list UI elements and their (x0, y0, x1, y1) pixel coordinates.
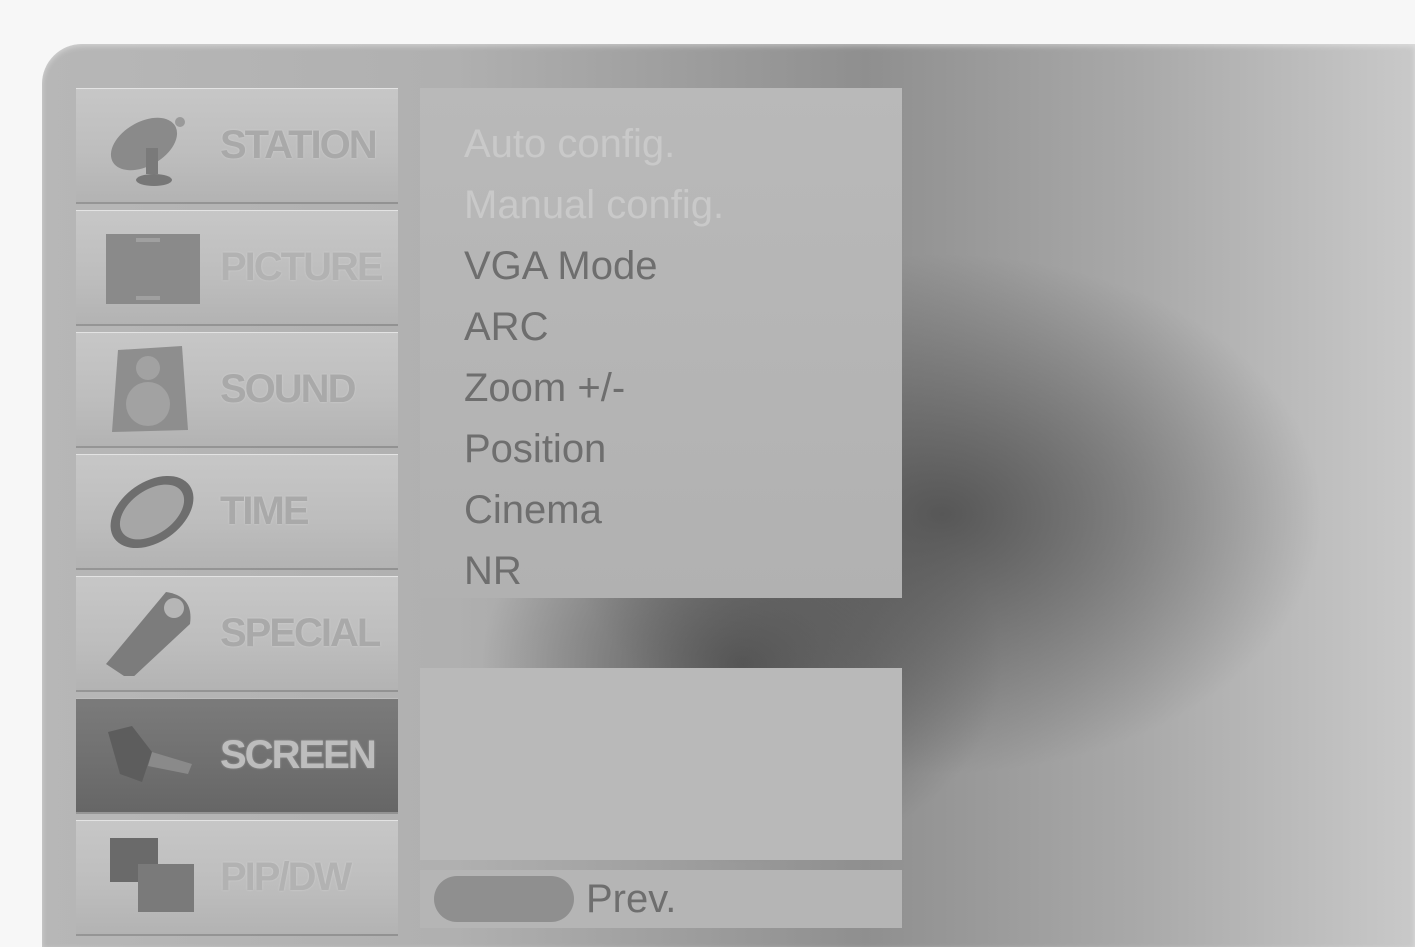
satellite-dish-icon (110, 117, 185, 186)
menu-label: SPECIAL (220, 610, 381, 655)
screen-tools-icon (108, 726, 192, 782)
menu-item-screen[interactable]: SCREEN (76, 698, 398, 812)
prev-label: Prev. (586, 876, 677, 921)
menu-label: SCREEN (220, 732, 377, 777)
clock-icon (110, 475, 194, 549)
menu-item-special[interactable]: SPECIAL (76, 576, 398, 690)
speaker-icon (112, 346, 188, 432)
info-panel (420, 668, 902, 860)
screen-submenu: Auto config. Manual config. VGA Mode ARC… (420, 88, 902, 598)
submenu-item-nr[interactable]: NR (464, 541, 522, 601)
submenu-item-manual-config[interactable]: Manual config. (464, 175, 724, 235)
menu-label: TIME (220, 488, 310, 533)
menu-label: STATION (220, 122, 378, 167)
menu-item-picture[interactable]: PICTURE (76, 210, 398, 324)
pip-windows-icon (110, 838, 194, 912)
footer-bar: Prev. (420, 870, 902, 928)
submenu-item-position[interactable]: Position (464, 419, 606, 479)
menu-label: PIP/DW (220, 854, 352, 899)
prev-button[interactable] (434, 876, 574, 922)
submenu-item-arc[interactable]: ARC (464, 297, 548, 357)
menu-label: PICTURE (220, 244, 384, 289)
menu-item-station[interactable]: STATION (76, 88, 398, 202)
menu-label: SOUND (220, 366, 356, 411)
menu-item-pip-dw[interactable]: PIP/DW (76, 820, 398, 934)
key-tag-icon (106, 592, 191, 676)
submenu-item-vga-mode[interactable]: VGA Mode (464, 236, 657, 296)
submenu-item-cinema[interactable]: Cinema (464, 480, 602, 540)
picture-tv-icon (106, 234, 200, 304)
submenu-item-auto-config[interactable]: Auto config. (464, 114, 675, 174)
submenu-item-zoom[interactable]: Zoom +/- (464, 358, 625, 418)
menu-item-time[interactable]: TIME (76, 454, 398, 568)
menu-item-sound[interactable]: SOUND (76, 332, 398, 446)
